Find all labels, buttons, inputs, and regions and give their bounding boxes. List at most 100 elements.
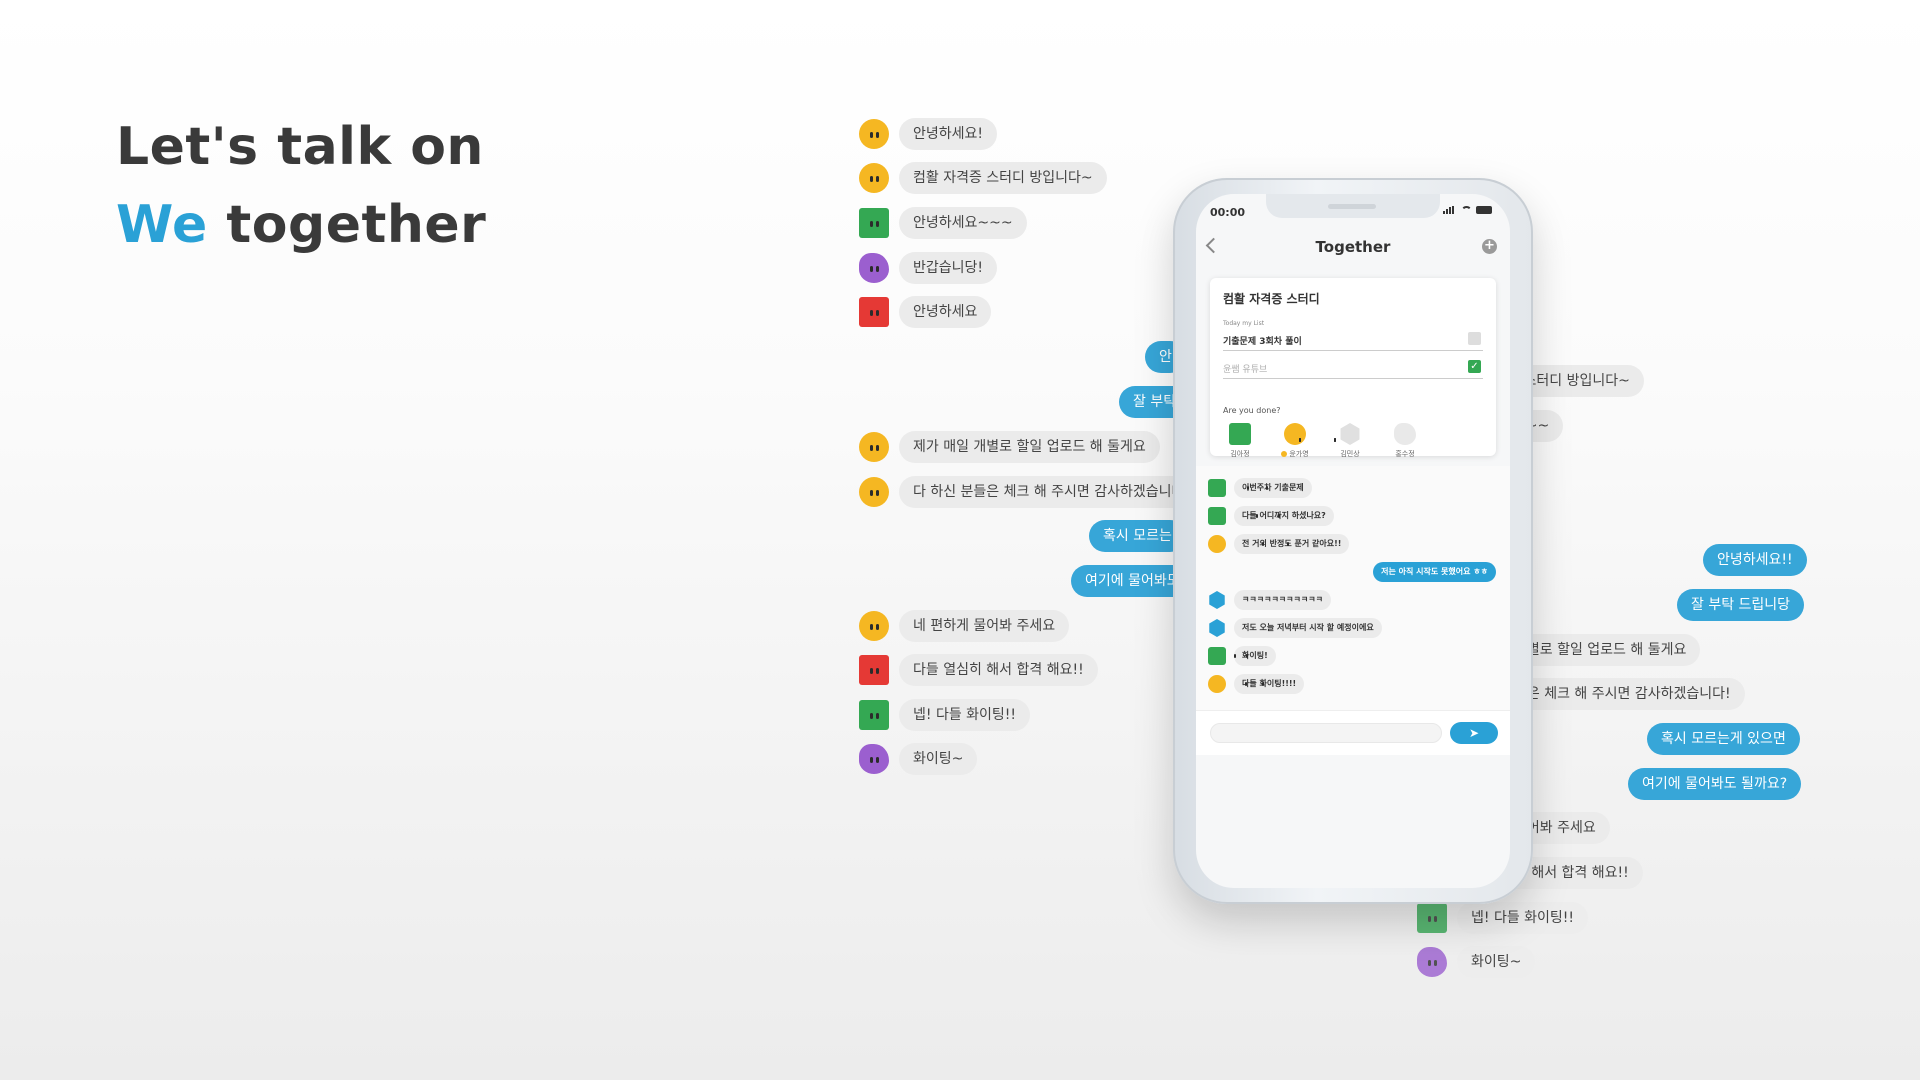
member[interactable]: 김아정	[1223, 423, 1257, 459]
chat-message-self: 혹시 모르는게 있으면	[1647, 723, 1800, 755]
chat-message: 넵! 다들 화이팅!!	[1417, 901, 1589, 935]
message-text: 다들 어디까지 하셨나요?	[1234, 506, 1334, 526]
emoji-avatar-icon	[859, 208, 889, 238]
message-text: 전 거의 반정도 푼거 같아요!!	[1234, 534, 1350, 554]
message-text: 저도 오늘 저녁부터 시작 할 예정이에요	[1234, 618, 1382, 638]
page-title: Together	[1315, 238, 1391, 256]
chat-message: 이번주차 기출문제	[1208, 478, 1312, 498]
chat-message-self: 잘 부탁 드립니당	[1677, 589, 1805, 621]
message-text: 넵! 다들 화이팅!!	[899, 699, 1031, 731]
active-dot-icon	[1281, 451, 1288, 457]
emoji-avatar-icon	[859, 477, 889, 507]
signal-icon	[1443, 206, 1457, 214]
chat-message: 안녕하세요!	[859, 117, 998, 151]
emoji-avatar-icon	[859, 297, 889, 327]
message-text: ㅋㅋㅋㅋㅋㅋㅋㅋㅋㅋㅋ	[1234, 590, 1331, 610]
done-question: Are you done?	[1223, 406, 1281, 415]
wifi-icon	[1461, 206, 1472, 214]
message-text: 넵! 다들 화이팅!!	[1457, 902, 1589, 934]
status-icons	[1443, 206, 1492, 214]
chat-message-self: 여기에 물어봐도 될까요?	[1628, 768, 1802, 800]
emoji-avatar-icon	[859, 432, 889, 462]
chat-message: 저도 오늘 저녁부터 시작 할 예정이에요	[1208, 618, 1382, 638]
message-text: 안녕하세요!	[899, 118, 998, 150]
emoji-avatar-icon	[1284, 423, 1306, 445]
emoji-avatar-icon	[1340, 423, 1360, 445]
hero-rest: together	[207, 195, 487, 255]
todo-text: 기출문제 3회차 풀이	[1223, 337, 1302, 347]
member[interactable]: 김민상	[1333, 423, 1367, 459]
chat-message: 컴활 자격증 스터디 방입니다~	[859, 161, 1107, 195]
message-text: 네 편하게 물어봐 주세요	[899, 610, 1070, 642]
message-text: 안녕하세요~~~	[899, 207, 1027, 239]
chat-message: 안녕하세요~~~	[859, 206, 1027, 240]
message-text: 화이팅~	[1457, 946, 1536, 978]
message-text: 다들 열심히 해서 합격 해요!!	[899, 654, 1098, 686]
todo-item[interactable]: 기출문제 3회차 풀이	[1223, 330, 1483, 351]
status-time: 00:00	[1210, 206, 1246, 219]
emoji-avatar-icon	[1417, 947, 1447, 977]
hero-heading: Let's talk on We together	[116, 108, 486, 264]
member-name: 김아정	[1230, 450, 1250, 458]
hero-accent-word: We	[116, 195, 208, 255]
chat-message: ㅋㅋㅋㅋㅋㅋㅋㅋㅋㅋㅋ	[1208, 590, 1331, 610]
chat-message: 화이팅~	[1417, 945, 1536, 979]
message-text: 화이팅~	[899, 743, 978, 775]
add-icon[interactable]: +	[1482, 239, 1497, 254]
chat-message: 들은 체크 해 주시면 감사하겠습니다!	[1500, 678, 1745, 710]
emoji-avatar-icon	[859, 744, 889, 774]
emoji-avatar-icon	[1208, 675, 1226, 693]
member[interactable]: 홍수정	[1388, 423, 1422, 459]
member-list: 김아정 윤가영 김민상 홍수정	[1223, 423, 1422, 459]
todo-item[interactable]: 윤쌤 유튜브 ✓	[1223, 358, 1483, 379]
emoji-avatar-icon	[859, 611, 889, 641]
emoji-avatar-icon	[1208, 647, 1226, 665]
chat-message: 다들 화이팅!!!!	[1208, 674, 1305, 694]
hero-line-1: Let's talk on	[116, 117, 484, 177]
emoji-avatar-icon	[1394, 423, 1416, 445]
paper-plane-icon: ➤	[1468, 726, 1480, 740]
emoji-avatar-icon	[859, 655, 889, 685]
emoji-avatar-icon	[1208, 479, 1226, 497]
chat-message-self: 저는 아직 시작도 못했어요 ㅎㅎ	[1373, 562, 1496, 582]
emoji-avatar-icon	[1209, 619, 1225, 637]
todo-text: 윤쌤 유튜브	[1223, 365, 1268, 375]
chat-message: 전 거의 반정도 푼거 같아요!!	[1208, 534, 1350, 554]
message-input[interactable]	[1210, 723, 1442, 743]
message-text: 이번주차 기출문제	[1234, 478, 1312, 498]
emoji-avatar-icon	[1208, 535, 1226, 553]
chat-message: 다 하신 분들은 체크 해 주시면 감사하겠습니다	[859, 475, 1199, 509]
chat-message-self: 안녕하세요!!	[1703, 544, 1807, 576]
phone-mockup: 00:00 Together + 컴활 자격증 스터디 Today my Lis…	[1173, 178, 1533, 904]
checkbox-icon[interactable]	[1468, 332, 1481, 345]
member[interactable]: 윤가영	[1278, 423, 1312, 459]
app-header: Together +	[1196, 232, 1510, 268]
member-name-row: 윤가영	[1281, 449, 1309, 459]
emoji-avatar-icon	[859, 163, 889, 193]
message-text: 제가 매일 개별로 할일 업로드 해 둘게요	[899, 431, 1160, 463]
member-name: 윤가영	[1289, 450, 1309, 458]
message-text: 컴활 자격증 스터디 방입니다~	[899, 162, 1107, 194]
emoji-avatar-icon	[859, 253, 889, 283]
chat-message: 네 편하게 물어봐 주세요	[859, 609, 1070, 643]
message-text: 안녕하세요	[899, 296, 992, 328]
send-button[interactable]: ➤	[1450, 722, 1498, 744]
checkbox-checked-icon[interactable]: ✓	[1468, 360, 1481, 373]
member-name: 홍수정	[1395, 450, 1415, 458]
chat-message: 다들 어디까지 하셨나요?	[1208, 506, 1334, 526]
emoji-avatar-icon	[1417, 903, 1447, 933]
message-input-bar: ➤	[1196, 710, 1510, 755]
speaker-grille	[1328, 204, 1376, 209]
message-text: 반갑습니당!	[899, 252, 998, 284]
phone-screen: 00:00 Together + 컴활 자격증 스터디 Today my Lis…	[1196, 194, 1510, 888]
phone-notch	[1266, 194, 1440, 218]
chat-message: 넵! 다들 화이팅!!	[859, 698, 1031, 732]
message-text: 화이팅!	[1234, 646, 1276, 666]
member-name: 김민상	[1340, 450, 1360, 458]
battery-icon	[1476, 206, 1492, 214]
study-title: 컴활 자격증 스터디	[1223, 292, 1320, 306]
emoji-avatar-icon	[1209, 591, 1225, 609]
chat-message: 반갑습니당!	[859, 251, 998, 285]
message-text: 다 하신 분들은 체크 해 주시면 감사하겠습니다	[899, 476, 1199, 508]
emoji-avatar-icon	[859, 119, 889, 149]
